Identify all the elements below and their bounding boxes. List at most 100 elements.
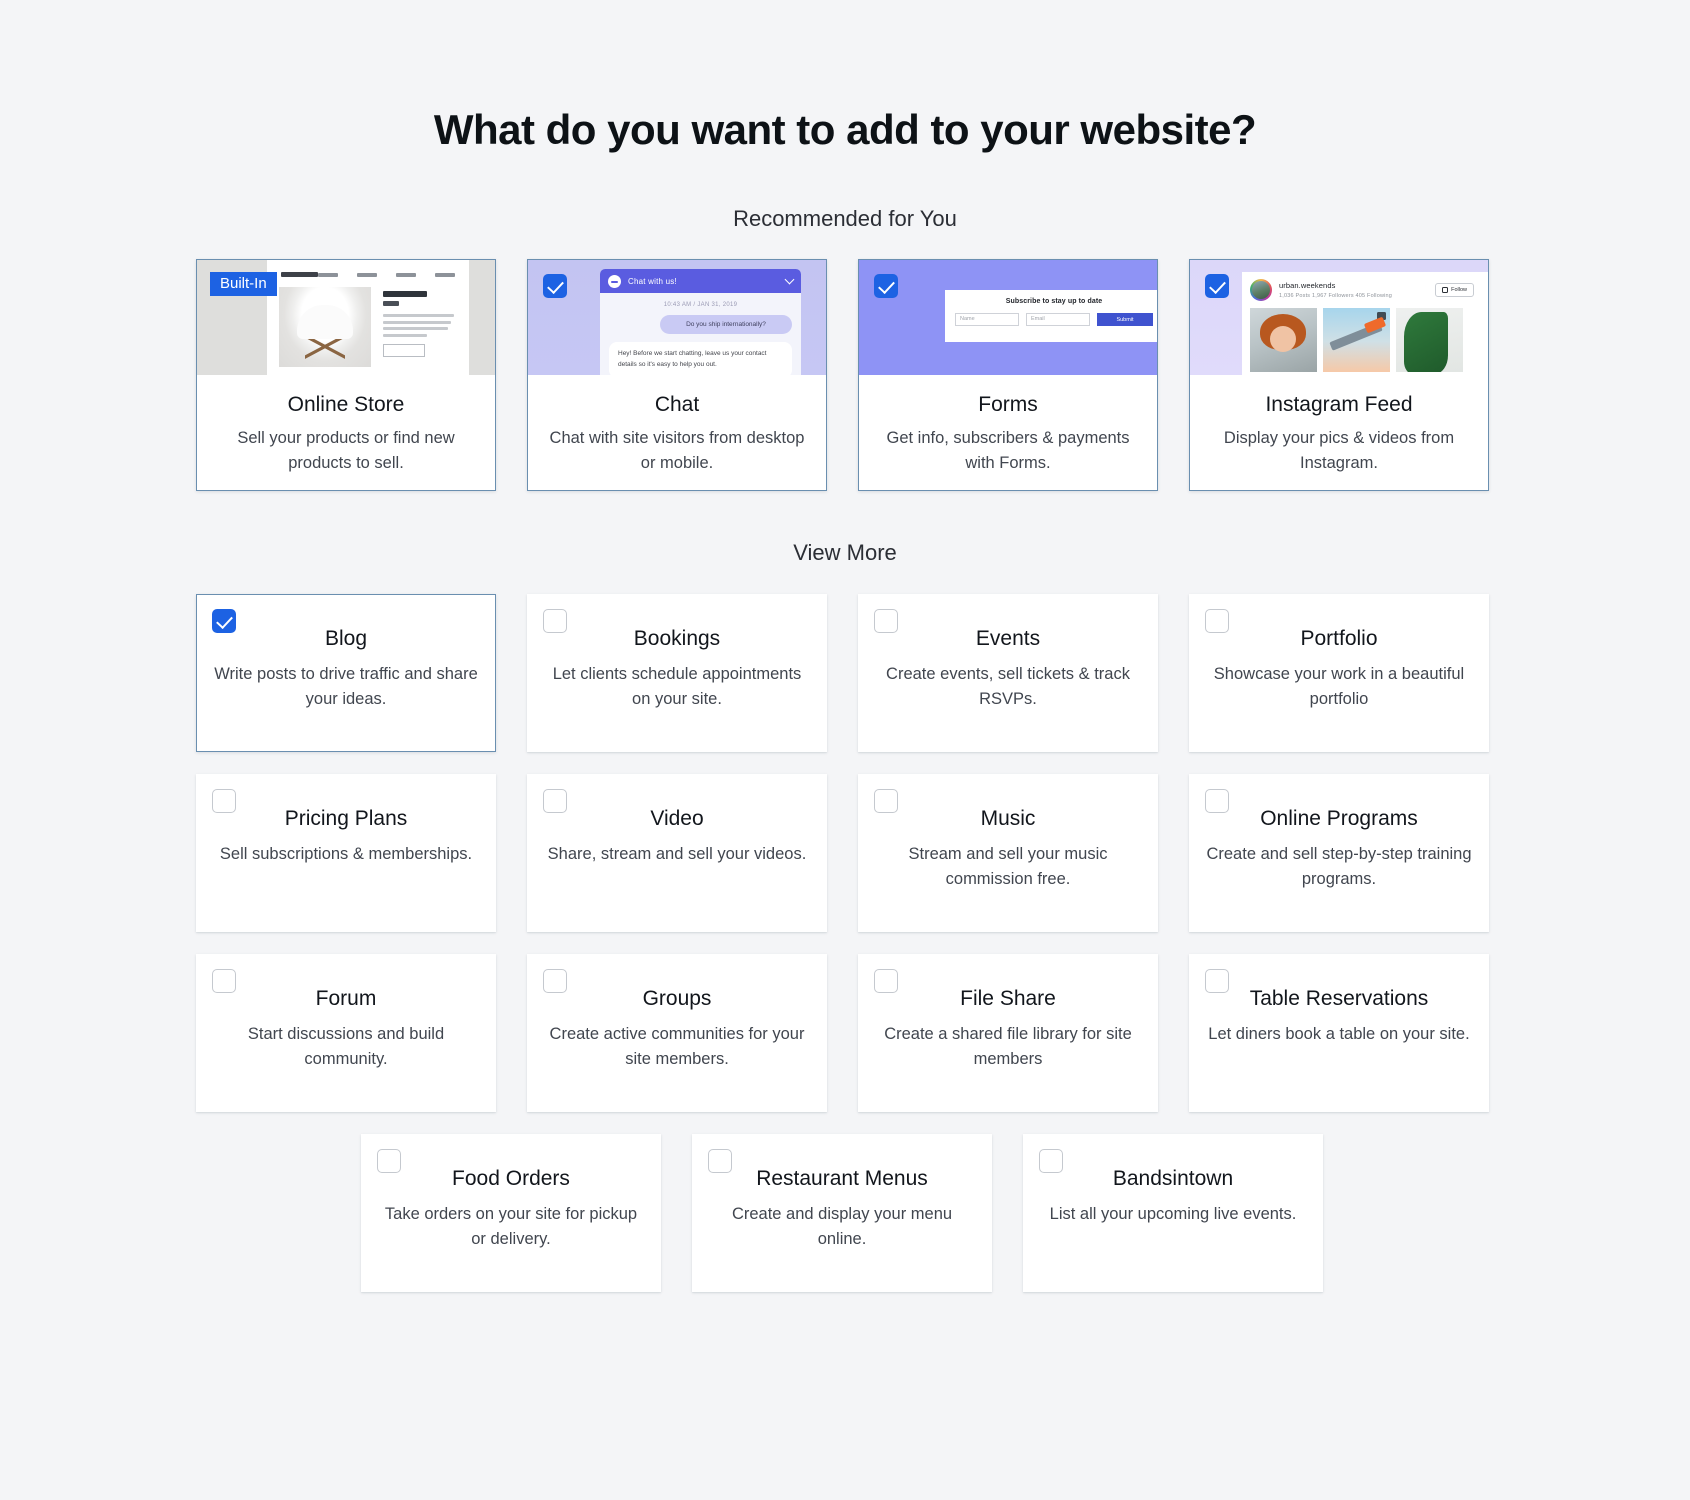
chat-timestamp: 10:43 AM / JAN 31, 2019: [663, 302, 738, 309]
card-description: Let diners book a table on your site.: [1208, 1025, 1470, 1044]
checkbox-checked-icon[interactable]: [1205, 274, 1229, 299]
chair-product-image: [279, 287, 371, 368]
checkbox-unchecked-icon[interactable]: [1205, 789, 1229, 814]
card-description: Share, stream and sell your videos.: [547, 845, 807, 864]
checkbox-unchecked-icon[interactable]: [874, 969, 898, 994]
card-title: Online Store: [287, 393, 405, 417]
card-title: Bookings: [633, 627, 721, 651]
app-card-pricing-plans[interactable]: Pricing Plans Sell subscriptions & membe…: [196, 774, 496, 933]
card-description: Display your pics & videos from Instagra…: [1223, 429, 1455, 472]
built-in-badge: Built-In: [210, 272, 277, 297]
card-title: Forum: [315, 987, 377, 1011]
follow-label: Follow: [1451, 287, 1467, 294]
chat-avatar-icon: [608, 274, 621, 288]
app-card-bookings[interactable]: Bookings Let clients schedule appointmen…: [527, 594, 827, 753]
app-card-music[interactable]: Music Stream and sell your music commiss…: [858, 774, 1158, 933]
store-nav-links: [318, 272, 455, 277]
view-more-last-row: Food Orders Take orders on your site for…: [361, 1134, 1329, 1293]
card-description: Showcase your work in a beautiful portfo…: [1213, 665, 1465, 708]
card-title: Video: [650, 807, 704, 831]
card-title: Forms: [978, 393, 1038, 417]
card-description: Sell your products or find new products …: [237, 429, 455, 472]
checkbox-unchecked-icon[interactable]: [377, 1149, 401, 1174]
card-description: List all your upcoming live events.: [1049, 1205, 1297, 1224]
card-description: Create and sell step-by-step training pr…: [1206, 845, 1472, 888]
checkbox-unchecked-icon[interactable]: [874, 609, 898, 634]
instagram-avatar: [1250, 279, 1272, 302]
app-card-events[interactable]: Events Create events, sell tickets & tra…: [858, 594, 1158, 753]
app-card-food-orders[interactable]: Food Orders Take orders on your site for…: [361, 1134, 661, 1293]
video-icon: [1377, 312, 1386, 321]
app-card-forms[interactable]: Subscribe to stay up to date Name Email …: [858, 259, 1158, 492]
app-card-file-share[interactable]: File Share Create a shared file library …: [858, 954, 1158, 1113]
checkbox-unchecked-icon[interactable]: [543, 609, 567, 634]
card-title: Instagram Feed: [1265, 393, 1413, 417]
checkbox-unchecked-icon[interactable]: [708, 1149, 732, 1174]
checkbox-unchecked-icon[interactable]: [212, 789, 236, 814]
app-card-bandsintown[interactable]: Bandsintown List all your upcoming live …: [1023, 1134, 1323, 1293]
add-to-website-page: What do you want to add to your website?…: [0, 0, 1690, 1500]
card-title: Blog: [324, 627, 368, 651]
app-card-online-store[interactable]: Built-In Online Store Sell your products…: [196, 259, 496, 492]
card-description: Write posts to drive traffic and share y…: [214, 665, 478, 708]
card-description: Start discussions and build community.: [247, 1025, 445, 1068]
app-card-restaurant-menus[interactable]: Restaurant Menus Create and display your…: [692, 1134, 992, 1293]
card-description: Create events, sell tickets & track RSVP…: [886, 665, 1130, 708]
view-more-grid: Blog Write posts to drive traffic and sh…: [196, 594, 1494, 1113]
app-card-online-programs[interactable]: Online Programs Create and sell step-by-…: [1189, 774, 1489, 933]
instagram-photo-tile: [1250, 308, 1317, 373]
checkbox-unchecked-icon[interactable]: [874, 789, 898, 814]
form-email-field: Email: [1026, 313, 1090, 327]
card-title: Pricing Plans: [284, 807, 408, 831]
checkbox-unchecked-icon[interactable]: [212, 969, 236, 994]
card-title: Online Programs: [1260, 807, 1418, 831]
app-card-table-reservations[interactable]: Table Reservations Let diners book a tab…: [1189, 954, 1489, 1113]
view-more-section-label: View More: [793, 540, 897, 566]
checkbox-unchecked-icon[interactable]: [1205, 969, 1229, 994]
checkbox-unchecked-icon[interactable]: [1039, 1149, 1063, 1174]
chat-thumbnail: Chat with us! 10:43 AM / JAN 31, 2019 Do…: [528, 260, 826, 376]
app-card-chat[interactable]: Chat with us! 10:43 AM / JAN 31, 2019 Do…: [527, 259, 827, 492]
checkbox-checked-icon[interactable]: [543, 274, 567, 299]
app-card-video[interactable]: Video Share, stream and sell your videos…: [527, 774, 827, 933]
recommended-grid: Built-In Online Store Sell your products…: [196, 259, 1494, 492]
checkbox-checked-icon[interactable]: [212, 609, 236, 634]
add-to-cart-button: [383, 343, 425, 357]
checkbox-unchecked-icon[interactable]: [543, 789, 567, 814]
chat-outgoing-message: Do you ship internationally?: [660, 315, 792, 335]
card-title: Portfolio: [1300, 627, 1378, 651]
form-heading: Subscribe to stay up to date: [1005, 298, 1103, 306]
store-logo: [281, 272, 318, 278]
card-description: Let clients schedule appointments on you…: [552, 665, 802, 708]
card-description: Stream and sell your music commission fr…: [908, 845, 1108, 888]
recommended-section-label: Recommended for You: [733, 206, 957, 232]
card-title: Chat: [654, 393, 700, 417]
checkbox-unchecked-icon[interactable]: [1205, 609, 1229, 634]
chat-header-text: Chat with us!: [628, 276, 677, 286]
checkbox-checked-icon[interactable]: [874, 274, 898, 299]
card-description: Create active communities for your site …: [549, 1025, 805, 1068]
app-card-blog[interactable]: Blog Write posts to drive traffic and sh…: [196, 594, 496, 753]
form-submit-button: Submit: [1097, 313, 1153, 327]
app-card-instagram-feed[interactable]: urban.weekends 1,036 Posts 1,967 Followe…: [1189, 259, 1489, 492]
app-card-forum[interactable]: Forum Start discussions and build commun…: [196, 954, 496, 1113]
card-description: Sell subscriptions & memberships.: [219, 845, 473, 864]
card-title: Restaurant Menus: [756, 1167, 928, 1191]
card-description: Create a shared file library for site me…: [884, 1025, 1132, 1068]
instagram-stats: 1,036 Posts 1,967 Followers 405 Followin…: [1279, 293, 1393, 300]
instagram-follow-button: Follow: [1435, 283, 1474, 298]
instagram-handle: urban.weekends: [1279, 281, 1336, 291]
checkbox-unchecked-icon[interactable]: [543, 969, 567, 994]
instagram-photo-tile: [1323, 308, 1390, 373]
card-description: Chat with site visitors from desktop or …: [549, 429, 805, 472]
app-card-groups[interactable]: Groups Create active communities for you…: [527, 954, 827, 1113]
card-title: Events: [975, 627, 1041, 651]
card-title: File Share: [960, 987, 1056, 1011]
page-title: What do you want to add to your website?: [433, 106, 1257, 153]
card-title: Table Reservations: [1249, 987, 1429, 1011]
app-card-portfolio[interactable]: Portfolio Showcase your work in a beauti…: [1189, 594, 1489, 753]
card-title: Bandsintown: [1112, 1167, 1234, 1191]
card-title: Groups: [642, 987, 712, 1011]
card-description: Get info, subscribers & payments with Fo…: [886, 429, 1130, 472]
chat-incoming-message: Hey! Before we start chatting, leave us …: [609, 342, 792, 376]
